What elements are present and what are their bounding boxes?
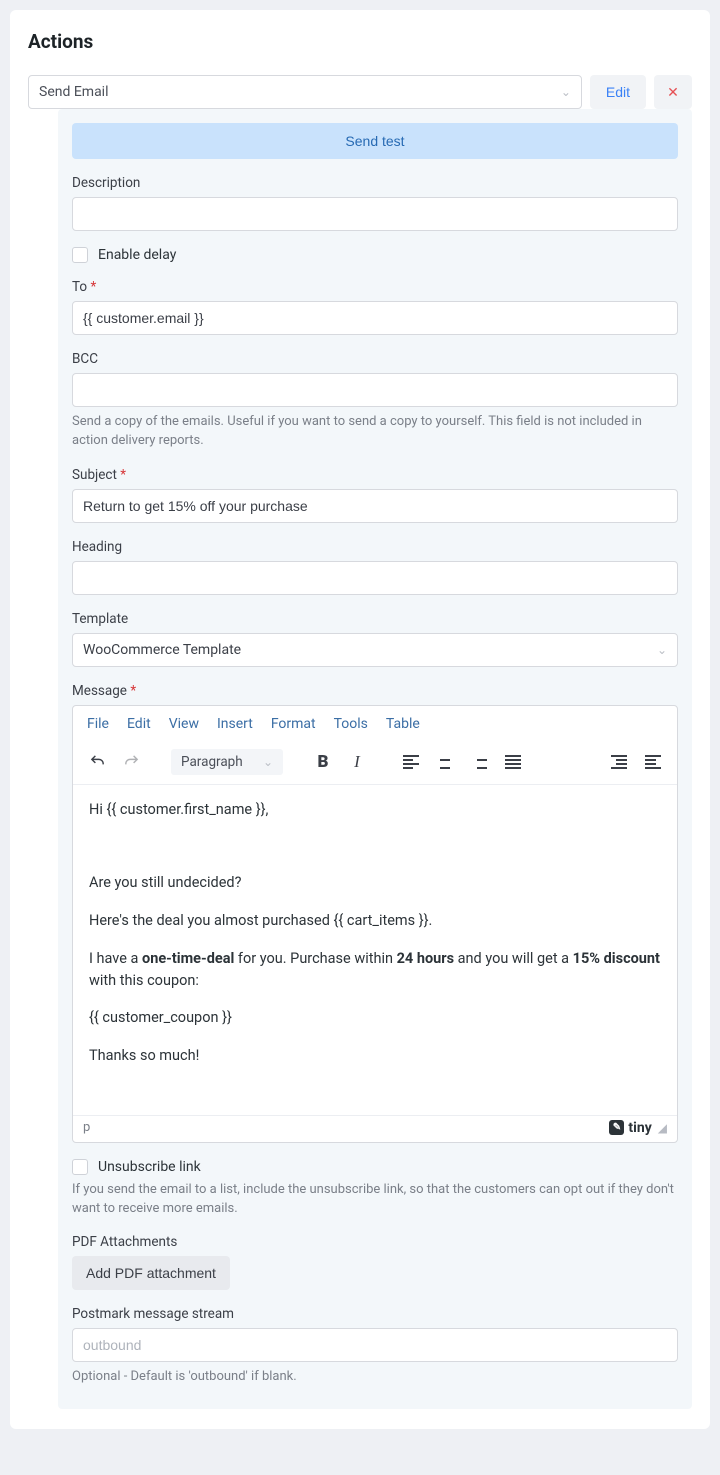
- action-config-panel: Send test Description Enable delay To * …: [58, 109, 692, 1409]
- close-button[interactable]: ✕: [654, 75, 692, 109]
- editor-path[interactable]: p: [83, 1120, 90, 1135]
- postmark-help-text: Optional - Default is 'outbound' if blan…: [72, 1368, 678, 1387]
- indent-icon[interactable]: [639, 748, 667, 776]
- outdent-icon[interactable]: [605, 748, 633, 776]
- add-pdf-button[interactable]: Add PDF attachment: [72, 1256, 230, 1290]
- chevron-down-icon: ⌄: [263, 755, 273, 769]
- send-test-button[interactable]: Send test: [72, 123, 678, 159]
- align-left-icon[interactable]: [397, 748, 425, 776]
- message-label: Message *: [72, 683, 678, 699]
- undo-icon[interactable]: [83, 748, 111, 776]
- menu-format[interactable]: Format: [271, 716, 316, 732]
- postmark-input[interactable]: [72, 1328, 678, 1362]
- rich-text-editor: File Edit View Insert Format Tools Table: [72, 705, 678, 1143]
- close-icon: ✕: [667, 84, 679, 100]
- editor-menubar: File Edit View Insert Format Tools Table: [73, 706, 677, 742]
- editor-line: I have a one-time-deal for you. Purchase…: [89, 948, 661, 992]
- pdf-attachments-label: PDF Attachments: [72, 1234, 678, 1250]
- editor-statusbar: p ✎ tiny ◢: [73, 1115, 677, 1142]
- template-label: Template: [72, 611, 678, 627]
- template-select[interactable]: WooCommerce Template ⌄: [72, 633, 678, 667]
- tiny-logo: ✎ tiny: [609, 1120, 651, 1136]
- align-justify-icon[interactable]: [499, 748, 527, 776]
- redo-icon[interactable]: [117, 748, 145, 776]
- menu-edit[interactable]: Edit: [127, 716, 151, 732]
- postmark-label: Postmark message stream: [72, 1306, 678, 1322]
- align-center-icon[interactable]: [431, 748, 459, 776]
- subject-input[interactable]: [72, 489, 678, 523]
- action-header-row: Send Email ⌄ Edit ✕: [28, 75, 692, 109]
- tiny-icon: ✎: [609, 1120, 624, 1135]
- page-title: Actions: [28, 30, 692, 53]
- menu-table[interactable]: Table: [386, 716, 420, 732]
- editor-content[interactable]: Hi {{ customer.first_name }}, Are you st…: [73, 785, 677, 1115]
- subject-label: Subject *: [72, 467, 678, 483]
- editor-toolbar: Paragraph ⌄ B I: [73, 742, 677, 785]
- menu-view[interactable]: View: [169, 716, 199, 732]
- edit-button[interactable]: Edit: [590, 75, 646, 109]
- unsubscribe-checkbox[interactable]: [72, 1159, 88, 1175]
- heading-label: Heading: [72, 539, 678, 555]
- chevron-down-icon: ⌄: [657, 643, 667, 657]
- block-style-select[interactable]: Paragraph ⌄: [171, 749, 283, 775]
- editor-line: {{ customer_coupon }}: [89, 1007, 661, 1029]
- editor-line: Hi {{ customer.first_name }},: [89, 799, 661, 821]
- bcc-input[interactable]: [72, 373, 678, 407]
- actions-card: Actions Send Email ⌄ Edit ✕ Send test De…: [10, 10, 710, 1429]
- unsubscribe-label: Unsubscribe link: [98, 1159, 201, 1175]
- action-type-select[interactable]: Send Email ⌄: [28, 75, 582, 109]
- editor-line: Thanks so much!: [89, 1045, 661, 1067]
- editor-line: Are you still undecided?: [89, 872, 661, 894]
- menu-insert[interactable]: Insert: [217, 716, 253, 732]
- menu-tools[interactable]: Tools: [334, 716, 368, 732]
- unsubscribe-help-text: If you send the email to a list, include…: [72, 1181, 678, 1219]
- align-right-icon[interactable]: [465, 748, 493, 776]
- to-input[interactable]: [72, 301, 678, 335]
- enable-delay-label: Enable delay: [98, 247, 176, 263]
- heading-input[interactable]: [72, 561, 678, 595]
- resize-handle-icon[interactable]: ◢: [658, 1121, 667, 1135]
- chevron-down-icon: ⌄: [561, 85, 571, 99]
- editor-line: Here's the deal you almost purchased {{ …: [89, 910, 661, 932]
- to-label: To *: [72, 279, 678, 295]
- bcc-label: BCC: [72, 351, 678, 367]
- enable-delay-checkbox[interactable]: [72, 247, 88, 263]
- template-value: WooCommerce Template: [83, 642, 241, 658]
- description-input[interactable]: [72, 197, 678, 231]
- italic-icon[interactable]: I: [343, 748, 371, 776]
- action-type-value: Send Email: [39, 84, 109, 100]
- bcc-help-text: Send a copy of the emails. Useful if you…: [72, 413, 678, 451]
- description-label: Description: [72, 175, 678, 191]
- menu-file[interactable]: File: [87, 716, 109, 732]
- bold-icon[interactable]: B: [309, 748, 337, 776]
